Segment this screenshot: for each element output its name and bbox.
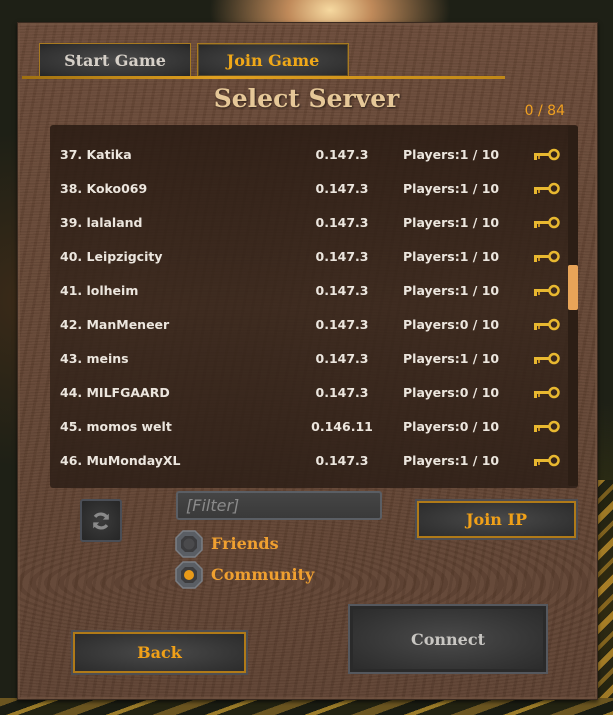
server-row[interactable]: 45. momos welt 0.146.11 Players:0 / 10 <box>50 409 568 443</box>
server-name: 41. lolheim <box>60 282 139 298</box>
server-players: Players:1 / 10 <box>403 146 500 162</box>
server-version: 0.147.3 <box>315 316 369 332</box>
key-icon <box>534 386 560 399</box>
server-row[interactable]: 39. lalaland 0.147.3 Players:1 / 10 <box>50 205 568 239</box>
server-players: Players:1 / 10 <box>403 180 500 196</box>
key-icon <box>534 182 560 195</box>
server-version: 0.147.3 <box>315 350 369 366</box>
server-row[interactable]: 42. ManMeneer 0.147.3 Players:0 / 10 <box>50 307 568 341</box>
server-row[interactable]: 38. Koko069 0.147.3 Players:1 / 10 <box>50 171 568 205</box>
server-name: 45. momos welt <box>60 418 172 434</box>
server-players: Players:0 / 10 <box>403 384 500 400</box>
radio-community-label[interactable]: Community <box>211 565 314 584</box>
server-name: 46. MuMondayXL <box>60 452 181 468</box>
server-row[interactable]: 37. Katika 0.147.3 Players:1 / 10 <box>50 137 568 171</box>
server-name: 39. lalaland <box>60 214 143 230</box>
server-row[interactable]: 44. MILFGAARD 0.147.3 Players:0 / 10 <box>50 375 568 409</box>
server-players: Players:1 / 10 <box>403 350 500 366</box>
back-button[interactable]: Back <box>71 630 248 675</box>
server-version: 0.147.3 <box>315 180 369 196</box>
key-icon <box>534 420 560 433</box>
server-version: 0.147.3 <box>315 248 369 264</box>
server-players: Players:0 / 10 <box>403 316 500 332</box>
key-icon <box>534 216 560 229</box>
radio-friends-label[interactable]: Friends <box>211 534 279 553</box>
join-ip-button[interactable]: Join IP <box>415 499 578 540</box>
key-icon <box>534 148 560 161</box>
server-name: 40. Leipzigcity <box>60 248 163 264</box>
server-name: 38. Koko069 <box>60 180 148 196</box>
server-players: Players:0 / 10 <box>403 418 500 434</box>
page-title: Select Server <box>213 84 400 113</box>
tab-underline <box>22 76 505 79</box>
server-players: Players:1 / 10 <box>403 282 500 298</box>
server-name: 43. meins <box>60 350 129 366</box>
scrollbar[interactable] <box>568 126 578 486</box>
server-players: Players:1 / 10 <box>403 214 500 230</box>
server-row-partial <box>50 477 568 488</box>
server-version: 0.147.3 <box>315 452 369 468</box>
server-players: Players:1 / 10 <box>403 248 500 264</box>
radio-octagon-icon <box>175 530 203 558</box>
server-count: 0 / 84 <box>524 103 565 119</box>
server-row[interactable]: 40. Leipzigcity 0.147.3 Players:1 / 10 <box>50 239 568 273</box>
radio-octagon-icon <box>175 561 203 589</box>
server-row-partial <box>50 125 568 137</box>
server-row[interactable]: 41. lolheim 0.147.3 Players:1 / 10 <box>50 273 568 307</box>
key-icon <box>534 454 560 467</box>
tab-start-game[interactable]: Start Game <box>39 43 191 76</box>
key-icon <box>534 250 560 263</box>
server-version: 0.147.3 <box>315 146 369 162</box>
connect-button[interactable]: Connect <box>348 604 548 674</box>
background-foliage-bottom <box>0 698 613 715</box>
refresh-button[interactable] <box>80 499 122 542</box>
server-row[interactable]: 46. MuMondayXL 0.147.3 Players:1 / 10 <box>50 443 568 477</box>
tab-join-game[interactable]: Join Game <box>197 43 349 76</box>
radio-community[interactable] <box>174 560 204 590</box>
scrollbar-thumb[interactable] <box>568 264 578 310</box>
radio-friends[interactable] <box>174 529 204 559</box>
server-row[interactable]: 43. meins 0.147.3 Players:1 / 10 <box>50 341 568 375</box>
server-list[interactable]: 37. Katika 0.147.3 Players:1 / 10 38. Koko0… <box>50 125 578 488</box>
server-name: 44. MILFGAARD <box>60 384 170 400</box>
filter-input[interactable] <box>176 491 382 520</box>
server-version: 0.147.3 <box>315 384 369 400</box>
server-name: 37. Katika <box>60 146 132 162</box>
key-icon <box>534 284 560 297</box>
key-icon <box>534 352 560 365</box>
server-version: 0.146.11 <box>311 418 373 434</box>
server-version: 0.147.3 <box>315 282 369 298</box>
server-version: 0.147.3 <box>315 214 369 230</box>
server-name: 42. ManMeneer <box>60 316 170 332</box>
refresh-icon <box>93 511 109 530</box>
server-players: Players:1 / 10 <box>403 452 500 468</box>
key-icon <box>534 318 560 331</box>
